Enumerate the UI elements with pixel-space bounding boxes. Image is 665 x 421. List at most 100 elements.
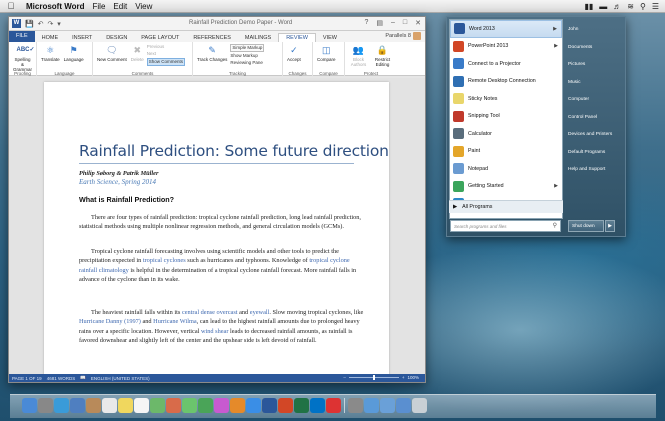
- help-icon[interactable]: ?: [364, 19, 368, 27]
- submenu-arrow-icon[interactable]: ▶: [554, 43, 558, 49]
- quick-access-toolbar[interactable]: 💾 ↶ ↷ ▾: [25, 20, 62, 28]
- battery-icon[interactable]: ▬: [599, 2, 607, 11]
- downloads-icon[interactable]: [396, 398, 411, 413]
- start-place-music[interactable]: Music: [566, 74, 624, 92]
- launchpad-icon[interactable]: [38, 398, 53, 413]
- start-place-computer[interactable]: Computer: [566, 91, 624, 109]
- start-program-word[interactable]: Word 2013 ▶: [450, 20, 562, 38]
- parallels-icon[interactable]: [326, 398, 341, 413]
- delete-comment-button[interactable]: ✖ Delete: [131, 44, 144, 62]
- tab-design[interactable]: DESIGN: [99, 34, 134, 42]
- start-program-sticky-notes[interactable]: Sticky Notes: [450, 90, 562, 108]
- all-programs-button[interactable]: ▶ All Programs: [449, 200, 563, 213]
- messages-icon[interactable]: [182, 398, 197, 413]
- tab-mailings[interactable]: MAILINGS: [238, 34, 278, 42]
- parallels-status-icon[interactable]: ▮▮: [584, 2, 593, 11]
- start-place-documents[interactable]: Documents: [566, 39, 624, 57]
- document-authors[interactable]: Philip Søborg & Patrik Müller: [79, 170, 158, 177]
- zoom-in-icon[interactable]: +: [402, 375, 405, 380]
- new-comment-button[interactable]: 🗨 New Comment: [97, 44, 127, 62]
- section-heading[interactable]: What is Rainfall Prediction?: [79, 195, 174, 204]
- itunes-icon[interactable]: [214, 398, 229, 413]
- contacts-icon[interactable]: [86, 398, 101, 413]
- restrict-editing-button[interactable]: 🔒 Restrict Editing: [372, 44, 393, 67]
- ibooks-icon[interactable]: [230, 398, 245, 413]
- link-eyewall[interactable]: eyewall: [250, 309, 270, 316]
- word-dock-icon[interactable]: [262, 398, 277, 413]
- zoom-slider[interactable]: [348, 375, 399, 380]
- start-place-default-programs[interactable]: Default Programs: [566, 144, 624, 162]
- track-changes-button[interactable]: ✎ Track Changes: [197, 44, 227, 62]
- tab-references[interactable]: REFERENCES: [186, 34, 238, 42]
- translate-button[interactable]: ⚛ Translate: [41, 44, 60, 62]
- language-status[interactable]: ENGLISH (UNITED STATES): [91, 376, 150, 381]
- language-button[interactable]: ⚑ Language: [64, 44, 84, 62]
- start-program-remote-desktop[interactable]: Remote Desktop Connection: [450, 73, 562, 91]
- link-hurricane-wilma[interactable]: Hurricane Wilma: [153, 318, 197, 325]
- start-place-help-and-support[interactable]: Help and Support: [566, 161, 624, 179]
- block-authors-button[interactable]: 👥 Block Authors: [349, 44, 368, 67]
- menu-file[interactable]: File: [93, 2, 106, 11]
- close-icon[interactable]: ✕: [415, 19, 421, 27]
- start-program-notepad[interactable]: Notepad: [450, 160, 562, 178]
- photos-icon[interactable]: [166, 398, 181, 413]
- proofing-status-icon[interactable]: 📖: [80, 375, 86, 381]
- tab-page-layout[interactable]: PAGE LAYOUT: [134, 34, 186, 42]
- excel-dock-icon[interactable]: [294, 398, 309, 413]
- wifi-icon[interactable]: ≋: [627, 2, 634, 11]
- facetime-icon[interactable]: [198, 398, 213, 413]
- paragraph-1[interactable]: There are four types of rainfall predict…: [79, 213, 364, 232]
- show-comments-button[interactable]: Show Comments: [146, 58, 186, 66]
- paragraph-3[interactable]: The heaviest rainfall falls within its c…: [79, 308, 364, 345]
- previous-comment-button[interactable]: Previous: [147, 44, 185, 50]
- apple-icon[interactable]: : [4, 1, 18, 11]
- next-comment-button[interactable]: Next: [147, 51, 185, 57]
- zoom-level[interactable]: 100%: [407, 375, 419, 380]
- system-preferences-icon[interactable]: [348, 398, 363, 413]
- itunes-store-icon[interactable]: [364, 398, 379, 413]
- shutdown-button[interactable]: Shut down: [568, 220, 604, 232]
- powerpoint-dock-icon[interactable]: [278, 398, 293, 413]
- tab-review[interactable]: REVIEW: [278, 33, 316, 42]
- page-count[interactable]: PAGE 1 OF 19: [12, 376, 42, 381]
- menu-app-name[interactable]: Microsoft Word: [26, 2, 85, 11]
- document-page[interactable]: Rainfall Prediction: Some future directi…: [44, 82, 389, 375]
- accept-button[interactable]: ✓ Accept: [287, 44, 301, 62]
- ribbon-display-icon[interactable]: ▤: [376, 19, 383, 27]
- link-central-dense-overcast[interactable]: central dense overcast: [182, 309, 238, 316]
- document-subtitle[interactable]: Earth Science, Spring 2014: [79, 178, 156, 186]
- menu-view[interactable]: View: [135, 2, 152, 11]
- link-wind-shear[interactable]: wind shear: [201, 328, 228, 335]
- compare-button[interactable]: ◫ Compare: [317, 44, 336, 62]
- spelling-grammar-button[interactable]: ABC✓ Spelling & Grammar: [13, 44, 35, 72]
- finder-icon[interactable]: [22, 398, 37, 413]
- minimize-icon[interactable]: –: [391, 19, 395, 27]
- zoom-out-icon[interactable]: –: [343, 375, 346, 380]
- zoom-slider-knob[interactable]: [372, 375, 375, 380]
- outlook-dock-icon[interactable]: [310, 398, 325, 413]
- tab-insert[interactable]: INSERT: [65, 34, 99, 42]
- link-tropical-cyclones[interactable]: tropical cyclones: [143, 257, 186, 264]
- simple-markup-select[interactable]: Simple Markup: [230, 44, 265, 52]
- submenu-arrow-icon[interactable]: ▶: [554, 183, 558, 189]
- list-icon[interactable]: ☰: [652, 2, 659, 11]
- app-folder-icon[interactable]: [380, 398, 395, 413]
- tab-view[interactable]: VIEW: [316, 34, 344, 42]
- notes-icon[interactable]: [118, 398, 133, 413]
- word-count[interactable]: 4681 WORDS: [47, 376, 76, 381]
- safari-icon[interactable]: [54, 398, 69, 413]
- volume-icon[interactable]: ♬: [613, 2, 621, 11]
- reviewing-pane-button[interactable]: Reviewing Pane: [230, 60, 264, 66]
- calendar-icon[interactable]: [102, 398, 117, 413]
- tab-file[interactable]: FILE: [9, 31, 35, 42]
- link-hurricane-danny[interactable]: Hurricane Danny (1997): [79, 318, 141, 325]
- start-search-input[interactable]: Search programs and files ⚲: [450, 220, 561, 232]
- search-icon[interactable]: ⚲: [640, 2, 646, 11]
- trash-icon[interactable]: [412, 398, 427, 413]
- show-markup-button[interactable]: Show Markup: [230, 53, 264, 59]
- start-program-projector[interactable]: Connect to a Projector: [450, 55, 562, 73]
- start-place-devices-and-printers[interactable]: Devices and Printers: [566, 126, 624, 144]
- reminders-icon[interactable]: [134, 398, 149, 413]
- maximize-icon[interactable]: □: [403, 19, 407, 27]
- maps-icon[interactable]: [150, 398, 165, 413]
